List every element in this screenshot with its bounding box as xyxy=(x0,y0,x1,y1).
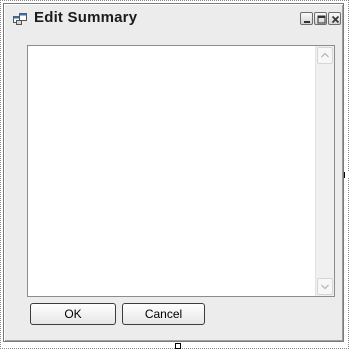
minimize-button[interactable] xyxy=(300,12,313,25)
resize-handle-right[interactable] xyxy=(344,172,349,178)
close-button[interactable] xyxy=(328,12,341,25)
minimize-icon xyxy=(304,21,310,23)
ok-button[interactable]: OK xyxy=(30,303,116,325)
title-bar[interactable]: Edit Summary xyxy=(7,7,341,29)
scroll-up-button[interactable] xyxy=(317,47,333,64)
window-title: Edit Summary xyxy=(34,9,138,26)
chevron-down-icon xyxy=(321,284,329,290)
resize-handle-bottom[interactable] xyxy=(175,343,181,349)
form-icon xyxy=(13,12,27,25)
cancel-button[interactable]: Cancel xyxy=(122,303,205,325)
maximize-button[interactable] xyxy=(314,12,327,25)
vertical-scrollbar[interactable] xyxy=(315,46,334,296)
summary-memo[interactable] xyxy=(27,45,335,297)
close-icon xyxy=(331,15,340,24)
chevron-up-icon xyxy=(321,52,329,58)
maximize-icon xyxy=(317,15,326,24)
scroll-down-button[interactable] xyxy=(317,278,333,295)
